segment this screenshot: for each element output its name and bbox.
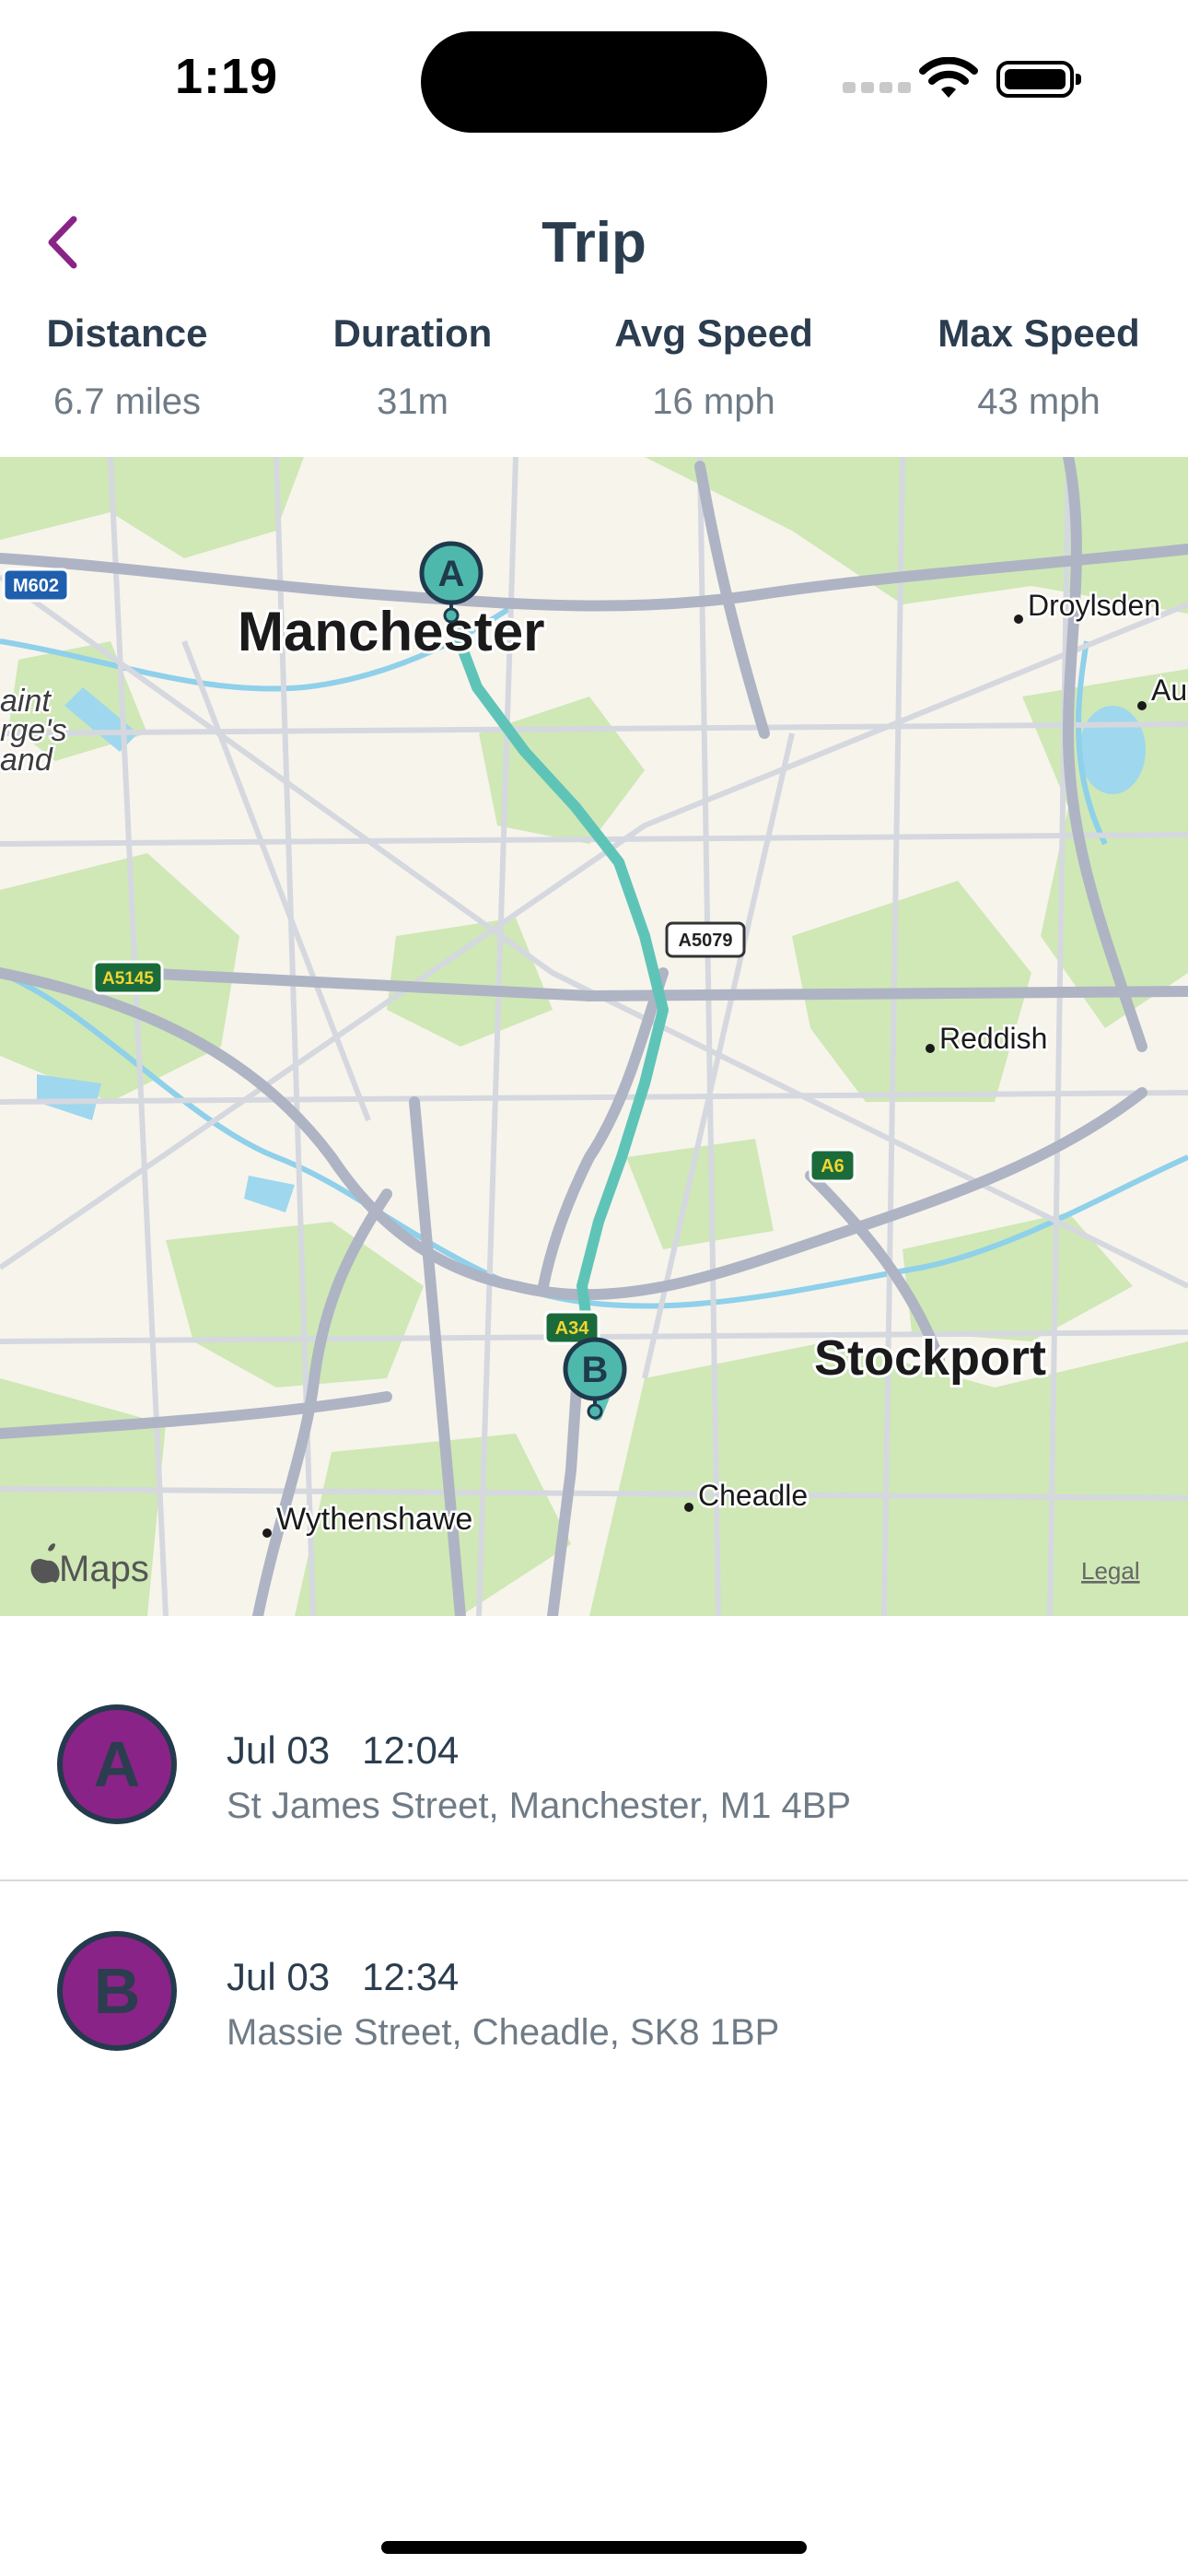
navigation-bar: Trip [0, 184, 1188, 295]
stat-value: 31m [377, 381, 448, 422]
svg-text:A: A [438, 554, 465, 594]
dynamic-island [421, 31, 767, 133]
page-title: Trip [542, 211, 646, 275]
route-map[interactable]: M602 A5145 A5079 A6 A34 Manchester Stock… [0, 457, 1188, 1616]
svg-text:A5145: A5145 [102, 969, 154, 989]
battery-icon [996, 61, 1081, 98]
stop-badge-b: B [57, 1931, 177, 2051]
place-label-wythenshawe: Wythenshawe [276, 1502, 472, 1537]
wifi-icon [919, 57, 978, 98]
cellular-signal-icon [843, 81, 916, 98]
place-label-ash: Au [1151, 673, 1187, 707]
stat-value: 43 mph [977, 381, 1101, 422]
place-label-droylsden: Droylsden [1028, 589, 1160, 622]
stop-datetime: Jul 03 12:34 [227, 1955, 460, 1998]
home-indicator[interactable] [381, 2541, 807, 2554]
road-shield-a5145: A5145 [92, 960, 164, 995]
stat-duration: Duration 31m [274, 311, 551, 423]
road-shield-m602: M602 [2, 568, 70, 603]
stop-address: Massie Street, Cheadle, SK8 1BP [227, 2012, 780, 2053]
place-label-manchester: Manchester [238, 601, 544, 662]
svg-text:B: B [582, 1350, 609, 1390]
status-time: 1:19 [175, 49, 279, 104]
stat-label: Duration [332, 311, 493, 355]
svg-text:A5079: A5079 [679, 931, 733, 951]
place-label-trafford-3: and [0, 743, 53, 778]
stat-label: Avg Speed [614, 311, 813, 355]
list-divider [0, 1879, 1188, 1881]
road-shield-a6: A6 [809, 1148, 856, 1183]
stat-value: 6.7 miles [52, 381, 202, 422]
stat-value: 16 mph [652, 381, 775, 422]
place-label-reddish: Reddish [939, 1022, 1047, 1055]
stop-datetime: Jul 03 12:04 [227, 1728, 460, 1772]
svg-text:M602: M602 [13, 576, 59, 596]
maps-logo-text: Maps [59, 1549, 149, 1589]
stop-badge-a: A [57, 1704, 177, 1824]
place-label-stockport: Stockport [814, 1330, 1046, 1386]
list-item-start[interactable]: A Jul 03 12:04 St James Street, Manchest… [0, 1668, 1188, 1889]
svg-text:A34: A34 [555, 1318, 590, 1339]
svg-text:A6: A6 [821, 1156, 844, 1177]
legal-link[interactable]: Legal [1081, 1557, 1140, 1585]
place-label-cheadle: Cheadle [698, 1479, 808, 1512]
stat-label: Distance [46, 311, 208, 355]
stat-max-speed: Max Speed 43 mph [901, 311, 1177, 423]
stat-avg-speed: Avg Speed 16 mph [576, 311, 852, 423]
status-bar: 1:19 [0, 0, 1188, 157]
map-canvas: M602 A5145 A5079 A6 A34 Manchester Stock… [0, 457, 1188, 1616]
stat-label: Max Speed [938, 311, 1140, 355]
stop-address: St James Street, Manchester, M1 4BP [227, 1786, 852, 1826]
list-item-end[interactable]: B Jul 03 12:34 Massie Street, Cheadle, S… [0, 1894, 1188, 2115]
stat-distance: Distance 6.7 miles [0, 311, 265, 423]
road-shield-a5079: A5079 [665, 921, 746, 958]
trip-stats: Distance 6.7 miles Duration 31m Avg Spee… [0, 311, 1188, 440]
